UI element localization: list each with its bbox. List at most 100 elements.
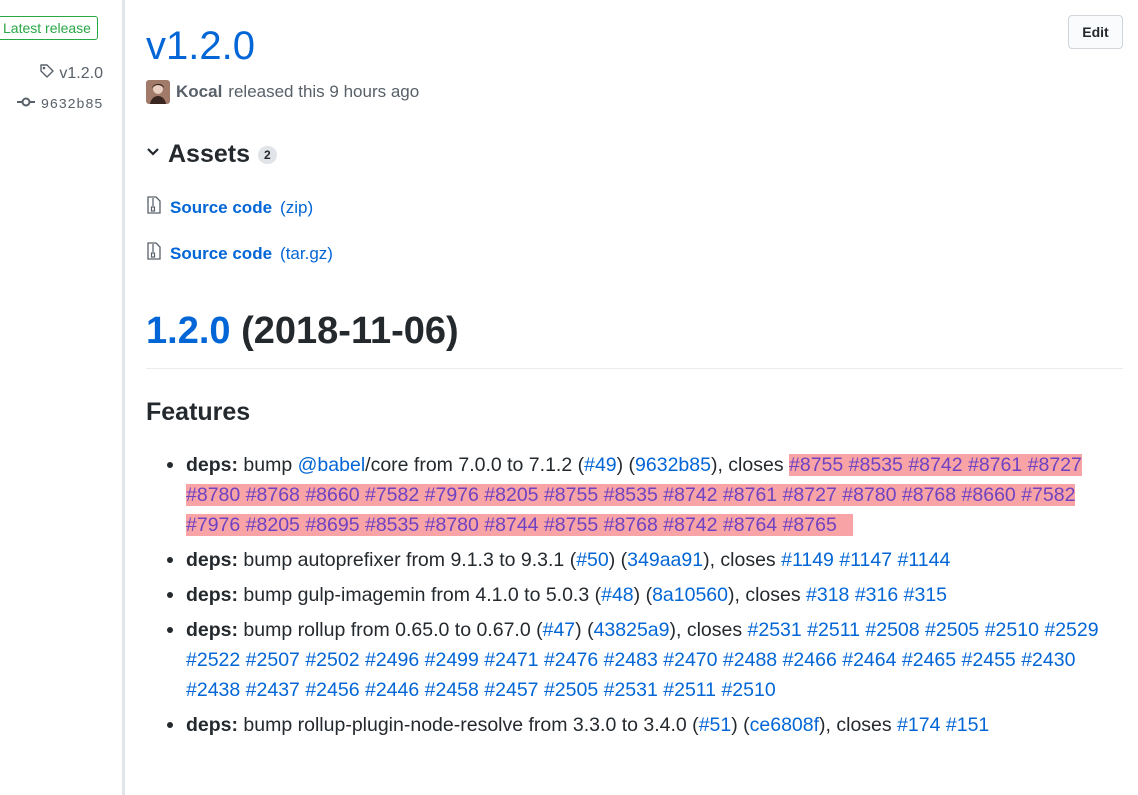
issue-link[interactable]: #2531 [748, 619, 802, 641]
pr-link[interactable]: #48 [601, 584, 634, 606]
issue-link[interactable]: #2505 [544, 679, 598, 701]
issue-link[interactable]: #8780 [425, 514, 479, 536]
issue-link[interactable]: #8695 [305, 514, 359, 536]
issue-link[interactable]: #8660 [305, 484, 359, 506]
commit-link[interactable]: 8a10560 [652, 584, 728, 606]
issue-link[interactable]: #7976 [186, 514, 240, 536]
issue-link[interactable]: #2483 [604, 649, 658, 671]
issue-link[interactable]: #8742 [663, 484, 717, 506]
changes-list: deps: bump @babel/core from 7.0.0 to 7.1… [146, 450, 1131, 745]
issue-link[interactable]: #8765 [783, 514, 837, 536]
release-title[interactable]: v1.2.0 [146, 20, 255, 72]
issue-link[interactable]: #8768 [246, 484, 300, 506]
issue-link[interactable]: #2455 [962, 649, 1016, 671]
issue-link[interactable]: #2437 [246, 679, 300, 701]
issue-link[interactable]: #8727 [1028, 454, 1082, 476]
change-text: bump rollup-plugin-node-resolve from 3.3… [238, 714, 699, 736]
issue-link[interactable]: #2499 [425, 649, 479, 671]
issue-link[interactable]: #8744 [484, 514, 538, 536]
issue-link[interactable]: #8205 [246, 514, 300, 536]
issue-link[interactable]: #1147 [839, 549, 892, 571]
sidebar-tag[interactable]: v1.2.0 [39, 63, 103, 84]
issue-link[interactable]: #2510 [985, 619, 1039, 641]
issue-link[interactable]: #1144 [898, 549, 951, 571]
chevron-down-icon [146, 145, 160, 164]
assets-title: Assets [168, 140, 250, 168]
issue-link[interactable]: #8755 [544, 514, 598, 536]
assets-toggle[interactable]: Assets 2 [146, 140, 277, 169]
issue-link[interactable]: #2457 [484, 679, 538, 701]
issue-link[interactable]: #7976 [425, 484, 479, 506]
issue-link[interactable]: #2529 [1044, 619, 1098, 641]
issue-link[interactable]: #2496 [365, 649, 419, 671]
sidebar-commit[interactable]: 9632b85 [16, 96, 103, 113]
issue-link[interactable]: #8205 [484, 484, 538, 506]
issue-link[interactable]: #318 [806, 584, 849, 606]
issue-link[interactable]: #8727 [783, 484, 837, 506]
commit-link[interactable]: 9632b85 [635, 454, 711, 476]
issue-link[interactable]: #8768 [604, 514, 658, 536]
asset-source-zip[interactable]: Source code (zip) [146, 196, 313, 219]
issue-link[interactable]: #2511 [807, 619, 860, 641]
issue-link[interactable]: #8764 [723, 514, 777, 536]
issue-link[interactable]: #7582 [365, 484, 419, 506]
issue-link[interactable]: #1149 [781, 549, 834, 571]
asset-ext: (tar.gz) [280, 243, 333, 263]
issue-link[interactable]: #8755 [789, 454, 843, 476]
asset-source-targz[interactable]: Source code (tar.gz) [146, 242, 333, 265]
pr-link[interactable]: #50 [576, 549, 609, 571]
tag-icon [39, 63, 55, 84]
issue-link[interactable]: #2510 [721, 679, 775, 701]
issue-link[interactable]: #8742 [663, 514, 717, 536]
issue-link[interactable]: #8761 [968, 454, 1022, 476]
asset-label: Source code [170, 243, 273, 263]
issue-link[interactable]: #8660 [962, 484, 1016, 506]
version-link[interactable]: 1.2.0 [146, 310, 231, 352]
issue-link[interactable]: #2446 [365, 679, 419, 701]
issue-link[interactable]: #2502 [305, 649, 359, 671]
issue-link[interactable]: #2508 [865, 619, 919, 641]
issue-link[interactable]: #2466 [783, 649, 837, 671]
issue-link[interactable]: #8755 [544, 484, 598, 506]
pr-link[interactable]: #47 [543, 619, 576, 641]
issue-link[interactable]: #2456 [305, 679, 359, 701]
issue-link[interactable]: #2470 [663, 649, 717, 671]
avatar[interactable] [146, 80, 170, 104]
issue-link[interactable]: #2458 [425, 679, 479, 701]
commit-link[interactable]: ce6808f [750, 714, 819, 736]
author-link[interactable]: Kocal [176, 82, 222, 102]
issue-link[interactable]: #316 [855, 584, 898, 606]
issue-link[interactable]: #8780 [842, 484, 896, 506]
issue-link[interactable]: #7582 [1021, 484, 1075, 506]
issue-link[interactable]: #8535 [849, 454, 903, 476]
issue-link[interactable]: #8780 [186, 484, 240, 506]
commit-link[interactable]: 349aa91 [627, 549, 703, 571]
issue-link[interactable]: #2505 [925, 619, 979, 641]
issue-link[interactable]: #2476 [544, 649, 598, 671]
issue-link[interactable]: #2531 [604, 679, 658, 701]
change-prefix: deps: [186, 714, 239, 736]
issue-link[interactable]: #151 [946, 714, 989, 736]
edit-button[interactable]: Edit [1068, 15, 1123, 49]
issue-link[interactable]: #2430 [1021, 649, 1075, 671]
pr-link[interactable]: #49 [584, 454, 617, 476]
issue-link[interactable]: #8535 [365, 514, 419, 536]
issue-link[interactable]: #2522 [186, 649, 240, 671]
pr-link[interactable]: #51 [699, 714, 732, 736]
issue-link[interactable]: #174 [897, 714, 940, 736]
issue-link[interactable]: #8761 [723, 484, 777, 506]
issue-link[interactable]: #8742 [908, 454, 962, 476]
mention-link[interactable]: @babel [298, 454, 366, 476]
issue-link[interactable]: #8535 [604, 484, 658, 506]
issue-link[interactable]: #2464 [842, 649, 896, 671]
issue-link[interactable]: #2511 [663, 679, 716, 701]
commit-link[interactable]: 43825a9 [594, 619, 670, 641]
issue-link[interactable]: #8768 [902, 484, 956, 506]
issue-link[interactable]: #2488 [723, 649, 777, 671]
asset-ext: (zip) [280, 197, 314, 217]
issue-link[interactable]: #2471 [484, 649, 538, 671]
issue-link[interactable]: #315 [904, 584, 947, 606]
issue-link[interactable]: #2507 [246, 649, 300, 671]
issue-link[interactable]: #2438 [186, 679, 240, 701]
issue-link[interactable]: #2465 [902, 649, 956, 671]
